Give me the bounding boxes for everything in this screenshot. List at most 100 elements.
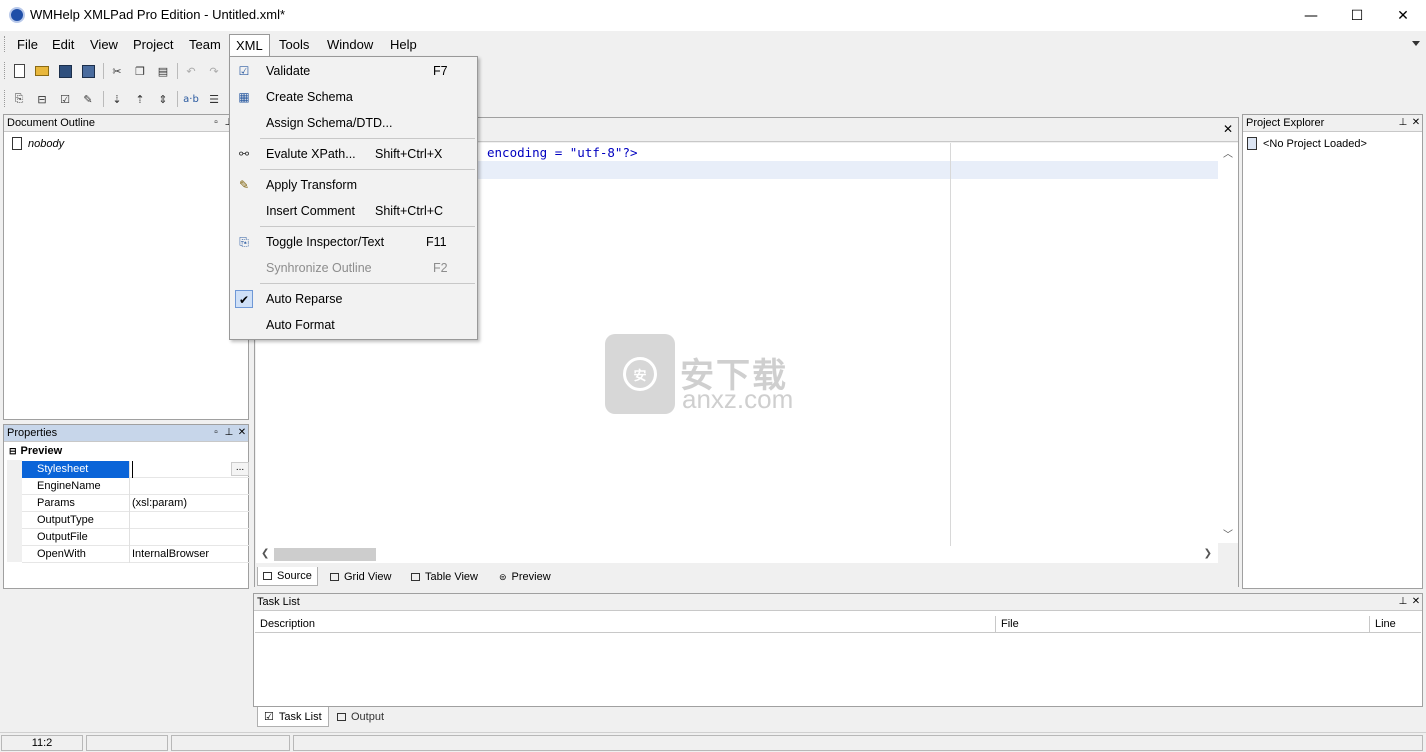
- panel-close-icon[interactable]: ✕: [1410, 116, 1422, 130]
- open-folder-icon[interactable]: [34, 63, 50, 79]
- menu-item-toggle-inspector[interactable]: ⎘ Toggle Inspector/Text F11: [230, 229, 477, 255]
- menu-team[interactable]: Team: [183, 34, 227, 56]
- menu-item-label: Auto Reparse: [266, 292, 343, 306]
- close-document-icon[interactable]: ✕: [1222, 122, 1234, 136]
- menu-item-evaluate-xpath[interactable]: ⚯ Evalute XPath... Shift+Ctrl+X: [230, 141, 477, 167]
- tab-preview[interactable]: ⊜ Preview: [494, 567, 556, 586]
- property-value[interactable]: InternalBrowser: [132, 546, 250, 563]
- minimize-button[interactable]: —: [1288, 0, 1334, 31]
- save-all-icon[interactable]: [80, 63, 96, 79]
- sort-down-icon[interactable]: ⇣: [109, 91, 125, 107]
- property-value[interactable]: [132, 512, 250, 529]
- menu-item-auto-format[interactable]: Auto Format: [230, 312, 477, 338]
- close-button[interactable]: ✕: [1380, 0, 1426, 31]
- undo-icon[interactable]: ↶: [183, 63, 199, 79]
- panel-pin-icon[interactable]: ⊥: [1397, 595, 1409, 609]
- indent-icon[interactable]: ⇕: [155, 91, 171, 107]
- save-icon[interactable]: [57, 63, 73, 79]
- properties-panel: Properties ▫ ⊥ ✕ ⊟ Preview Stylesheet ..…: [3, 424, 250, 589]
- title-bar: WMHelp XMLPad Pro Edition - Untitled.xml…: [0, 0, 1426, 31]
- document-outline-title: Document Outline: [7, 117, 96, 129]
- menu-item-apply-transform[interactable]: ✎ Apply Transform: [230, 172, 477, 198]
- outline-root-item[interactable]: nobody: [12, 137, 64, 150]
- source-view-icon: [263, 572, 272, 580]
- menubar-grip[interactable]: [4, 36, 7, 52]
- column-line[interactable]: Line: [1370, 616, 1421, 633]
- menu-separator: [260, 226, 475, 227]
- project-explorer-title: Project Explorer: [1246, 117, 1325, 129]
- menu-xml[interactable]: XML: [229, 34, 270, 56]
- property-value[interactable]: (xsl:param): [132, 495, 250, 512]
- format-icon[interactable]: ☰: [206, 91, 222, 107]
- redo-icon[interactable]: ↷: [206, 63, 222, 79]
- cut-icon[interactable]: ✂: [109, 63, 125, 79]
- menu-item-auto-reparse[interactable]: ✔ Auto Reparse: [230, 286, 477, 312]
- xml-toolbar: ⎘ ⊟ ☑ ✎ ⇣ ⇡ ⇕ a·b ☰: [0, 86, 240, 112]
- property-row-openwith[interactable]: OpenWith InternalBrowser: [22, 546, 250, 563]
- menu-item-assign-schema[interactable]: Assign Schema/DTD...: [230, 110, 477, 136]
- panel-float-icon[interactable]: ▫: [210, 426, 222, 440]
- browse-button[interactable]: ...: [231, 462, 249, 476]
- panel-float-icon[interactable]: ▫: [210, 116, 222, 130]
- menu-item-insert-comment[interactable]: Insert Comment Shift+Ctrl+C: [230, 198, 477, 224]
- tab-output[interactable]: Output: [331, 707, 390, 727]
- property-row-outputtype[interactable]: OutputType: [22, 512, 250, 529]
- new-file-icon[interactable]: [11, 63, 27, 79]
- column-description[interactable]: Description: [255, 616, 996, 633]
- menu-file[interactable]: File: [11, 34, 44, 56]
- menu-item-create-schema[interactable]: ▦ Create Schema: [230, 84, 477, 110]
- tab-table-view[interactable]: Table View: [406, 567, 483, 586]
- scroll-right-icon[interactable]: ❯: [1204, 548, 1212, 559]
- panel-pin-icon[interactable]: ⊥: [223, 426, 235, 440]
- panel-pin-icon[interactable]: ⊥: [1397, 116, 1409, 130]
- panel-close-icon[interactable]: ✕: [1410, 595, 1422, 609]
- tab-task-list[interactable]: ☑ Task List: [257, 707, 329, 727]
- menu-edit[interactable]: Edit: [46, 34, 80, 56]
- task-list-columns: Description File Line: [255, 616, 1421, 633]
- menu-view[interactable]: View: [84, 34, 124, 56]
- property-value[interactable]: [132, 529, 250, 546]
- properties-header: Properties ▫ ⊥ ✕: [4, 425, 248, 442]
- horizontal-scrollbar[interactable]: ❮ ❯: [256, 546, 1218, 563]
- project-tree-item[interactable]: <No Project Loaded>: [1247, 137, 1367, 150]
- property-row-params[interactable]: Params (xsl:param): [22, 495, 250, 512]
- property-row-enginename[interactable]: EngineName: [22, 478, 250, 495]
- collapse-icon[interactable]: ⊟: [34, 91, 50, 107]
- toolbar-grip[interactable]: [4, 90, 7, 107]
- horizontal-scroll-thumb[interactable]: [274, 548, 376, 561]
- tab-preview-label: Preview: [511, 570, 551, 583]
- inspector-toggle-icon[interactable]: ⎘: [11, 91, 27, 107]
- property-row-outputfile[interactable]: OutputFile: [22, 529, 250, 546]
- validate-doc-icon[interactable]: ☑: [57, 91, 73, 107]
- vertical-scrollbar[interactable]: ︿ ﹀: [1218, 143, 1238, 543]
- menubar-overflow-icon[interactable]: [1412, 41, 1420, 46]
- property-value[interactable]: [132, 478, 250, 495]
- menu-window[interactable]: Window: [321, 34, 379, 56]
- scroll-left-icon[interactable]: ❮: [261, 548, 269, 559]
- collapse-category-icon[interactable]: ⊟: [9, 443, 17, 460]
- scroll-down-icon[interactable]: ﹀: [1223, 526, 1233, 541]
- menu-item-shortcut: F11: [426, 235, 447, 249]
- tab-source[interactable]: Source: [257, 567, 318, 586]
- menu-item-shortcut: Shift+Ctrl+X: [375, 147, 443, 161]
- copy-icon[interactable]: ❐: [132, 63, 148, 79]
- panel-close-icon[interactable]: ✕: [236, 426, 248, 440]
- scroll-up-icon[interactable]: ︿: [1223, 145, 1233, 160]
- menu-tools[interactable]: Tools: [273, 34, 315, 56]
- sort-up-icon[interactable]: ⇡: [132, 91, 148, 107]
- transform-doc-icon[interactable]: ✎: [80, 91, 96, 107]
- inspector-icon: ⎘: [239, 235, 249, 249]
- column-file[interactable]: File: [996, 616, 1370, 633]
- property-row-stylesheet[interactable]: Stylesheet ...: [22, 461, 250, 478]
- tab-grid-view[interactable]: Grid View: [325, 567, 396, 586]
- menu-item-validate[interactable]: ☑ Validate F7: [230, 58, 477, 84]
- toolbar-grip[interactable]: [4, 62, 7, 79]
- paste-icon[interactable]: ▤: [155, 63, 171, 79]
- menu-help[interactable]: Help: [384, 34, 423, 56]
- menu-project[interactable]: Project: [127, 34, 179, 56]
- maximize-button[interactable]: ☐: [1334, 0, 1380, 31]
- tab-output-label: Output: [351, 711, 385, 723]
- replace-icon[interactable]: a·b: [183, 91, 199, 107]
- toolbar-separator: [177, 63, 178, 79]
- property-category[interactable]: ⊟ Preview: [7, 443, 250, 460]
